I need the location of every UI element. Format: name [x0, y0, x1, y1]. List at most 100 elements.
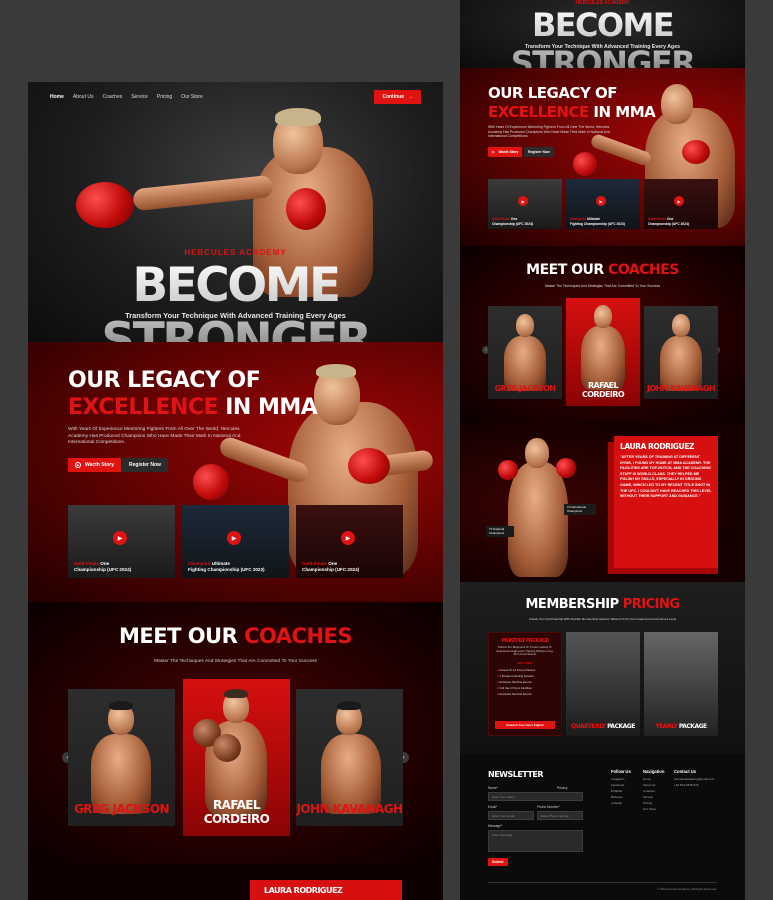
legacy-title-line1: OUR LEGACY OF: [68, 368, 261, 393]
membership-title: MEMBERSHIP PRICING: [460, 597, 745, 612]
feature-label: Exclusive Member Events: [499, 679, 532, 684]
footer-link[interactable]: Linkedin: [611, 800, 631, 806]
quarterly-plan-card[interactable]: QUARTERLY PACKAGE: [566, 632, 640, 736]
coach-name: GREG JACKSON: [494, 384, 556, 393]
coach-card-active[interactable]: RAFAEL CORDEIRO: [183, 679, 290, 836]
plan-features: ■ Access To 12 Group Classes ■ 1 Private…: [489, 665, 561, 699]
legacy-section: OUR LEGACY OF EXCELLENCE IN MMA With Yea…: [28, 342, 443, 602]
coaches-title-white: MEET OUR: [118, 624, 245, 648]
footer-section: NEWSLETTER Name* Privacy Enter Your Name…: [460, 754, 745, 900]
monthly-plan-card: MONTHLY PACKAGE Perfect For Beginners Or…: [488, 632, 562, 736]
coach-card[interactable]: GREG JACKSON: [68, 689, 175, 826]
plan-name-white: PACKAGE: [677, 723, 707, 730]
watch-story-button[interactable]: ▷ Wacth Story: [488, 147, 523, 157]
follow-us-column: Follow Us Instagram Facebook Dribbble Be…: [611, 769, 631, 806]
submit-button[interactable]: Submit: [488, 858, 508, 866]
video-title: One: [328, 561, 338, 566]
coach-name: GREG JACKSON: [74, 802, 169, 816]
membership-title-white: MEMBERSHIP: [525, 597, 623, 612]
coach-name: JOHN KAVANAGH: [296, 802, 403, 816]
testimonial-teaser-name: LAURA RODRIGUEZ: [264, 886, 343, 895]
landing-page-scroll: HERCULES ACADEMY BECOME STRONGER Transfo…: [460, 0, 745, 900]
email-field[interactable]: Enter Your Email: [488, 811, 534, 820]
video-tag: Champion: [570, 217, 587, 222]
landing-page-desktop: Home About Us Coaches Service Pricing Ou…: [28, 82, 443, 900]
legacy-title: OUR LEGACY OF EXCELLENCE IN MMA: [68, 367, 318, 421]
coach-card[interactable]: JOHN KAVANAGH: [644, 306, 718, 399]
video-card[interactable]: ▶ Gold Finals One Championship (UFC 2024): [68, 505, 175, 578]
play-circle-icon: ▷: [492, 150, 495, 154]
testimonial-section: 3 International Champions 72 National Ch…: [460, 422, 745, 582]
video-title: Ultimate: [211, 561, 230, 566]
hero-section: Home About Us Coaches Service Pricing Ou…: [28, 82, 443, 368]
feature-label: Full Use Of Gym Facilities: [499, 685, 532, 690]
plan-name-white: PACKAGE: [605, 723, 635, 730]
stat-badge: 3 International Champions: [564, 504, 596, 516]
play-icon[interactable]: ▶: [518, 196, 528, 206]
coaches-title-white: MEET OUR: [526, 262, 609, 278]
play-icon[interactable]: ▶: [674, 196, 684, 206]
video-card[interactable]: ▶ Gold Finals One Championship (UFC 2024): [296, 505, 403, 578]
plan-cta-label: Unleash Your Inner Fighter: [505, 723, 545, 727]
video-card[interactable]: ▶ Champion Ultimate Fighting Championship…: [182, 505, 289, 578]
watch-story-button[interactable]: ▶ Wacth Story: [68, 458, 121, 472]
yearly-plan-card[interactable]: YEARLY PACKAGE: [644, 632, 718, 736]
coach-name: JOHN KAVANAGH: [647, 384, 716, 393]
legacy-title-line1: OUR LEGACY OF: [488, 84, 618, 102]
contact-phone[interactable]: +62 813-4578 976: [674, 782, 734, 788]
feature-label: 1 Private Coaching Session: [499, 673, 534, 678]
coach-name: RAFAEL CORDEIRO: [203, 798, 270, 826]
plan-cta-button[interactable]: Unleash Your Inner Fighter: [495, 721, 555, 729]
footer-link[interactable]: Our Store: [643, 806, 664, 812]
legacy-section: OUR LEGACY OF EXCELLENCE IN MMA With Yea…: [460, 68, 745, 246]
register-now-button[interactable]: Register Now: [122, 458, 168, 472]
video-tag: Gold Finals: [492, 217, 510, 222]
coach-name: RAFAEL CORDEIRO: [581, 381, 625, 399]
video-title: Ultimate: [587, 217, 601, 222]
play-icon[interactable]: ▶: [341, 531, 355, 545]
play-icon[interactable]: ▶: [113, 531, 127, 545]
footer-heading: Contact Us: [674, 769, 697, 774]
hero-section-tail: HERCULES ACADEMY BECOME STRONGER Transfo…: [460, 0, 745, 68]
privacy-link[interactable]: Privacy: [557, 786, 567, 790]
plan-description: Perfect For Beginners Or Those Looking T…: [496, 645, 554, 657]
video-tag: Champion: [188, 561, 211, 566]
play-icon[interactable]: ▶: [227, 531, 241, 545]
plan-name-red: YEARLY: [655, 723, 678, 730]
video-card[interactable]: ▶ Champion Ultimate Fighting Championship…: [566, 179, 640, 229]
hero-subtitle: Transform Your Technique With Advanced T…: [125, 311, 346, 320]
register-now-label: Register Now: [129, 462, 161, 468]
video-title: One: [100, 561, 110, 566]
coaches-section: MEET OUR COACHES Master The Techniques A…: [460, 246, 745, 422]
video-card[interactable]: ▶ Gold Finals One Championship (UFC 2024): [644, 179, 718, 229]
video-subtitle: Championship (UFC 2024): [648, 221, 690, 226]
newsletter-title: NEWSLETTER: [488, 770, 544, 779]
phone-field[interactable]: Enter Phone Number: [537, 811, 583, 820]
submit-label: Submit: [492, 860, 504, 864]
register-now-button[interactable]: Register Now: [524, 147, 554, 157]
watch-story-label: Wacth Story: [85, 462, 114, 468]
video-tag: Gold Finals: [74, 561, 100, 566]
coach-card-active[interactable]: RAFAEL CORDEIRO: [566, 298, 640, 406]
legacy-title-rest: IN MMA: [588, 103, 656, 121]
email-label: Email*: [488, 805, 498, 809]
legacy-title: OUR LEGACY OF EXCELLENCE IN MMA: [488, 84, 656, 122]
hero-eyebrow: HERCULES ACADEMY: [184, 248, 287, 257]
name-field[interactable]: Enter Your Name: [488, 792, 583, 801]
coach-card[interactable]: GREG JACKSON: [488, 306, 562, 399]
coaches-title: MEET OUR COACHES: [28, 624, 443, 648]
video-subtitle: Championship (UFC 2024): [74, 567, 132, 572]
name-label: Name*: [488, 786, 498, 790]
testimonial-card-top: LAURA RODRIGUEZ: [250, 880, 402, 900]
feature-label: Exclusive Member Events: [499, 691, 532, 696]
video-card[interactable]: ▶ Gold Finals One Championship (UFC 2024): [488, 179, 562, 229]
video-subtitle: Fighting Championship (UFC 2023): [188, 567, 265, 572]
video-subtitle: Championship (UFC 2024): [302, 567, 360, 572]
copyright-text: © 2024 Hercules Academy. All Rights Rese…: [657, 887, 717, 891]
legacy-title-rest: IN MMA: [218, 395, 318, 420]
feature-label: Access To 12 Group Classes: [499, 667, 536, 672]
coach-card[interactable]: JOHN KAVANAGH: [296, 689, 403, 826]
play-icon[interactable]: ▶: [596, 196, 606, 206]
coaches-title: MEET OUR COACHES: [460, 262, 745, 278]
message-field[interactable]: Enter Message: [488, 830, 583, 852]
